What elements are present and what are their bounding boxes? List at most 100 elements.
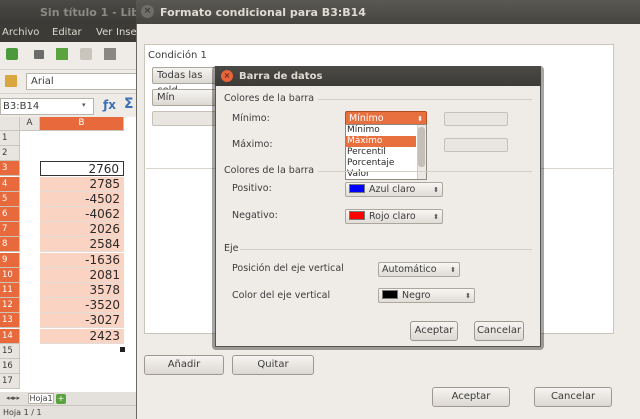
section-bar-colors-title-2: Colores de la barra bbox=[224, 165, 315, 176]
font-name-input[interactable]: Arial bbox=[26, 73, 138, 90]
row-header[interactable]: 16 bbox=[0, 359, 20, 374]
axis-position-label: Posición del eje vertical bbox=[232, 263, 344, 274]
axis-position-value: Automático bbox=[382, 264, 437, 275]
row-header[interactable]: 8 bbox=[0, 237, 20, 253]
axis-color-combo[interactable]: Negro ⬍ bbox=[378, 288, 475, 303]
column-header-b[interactable]: B bbox=[40, 117, 124, 131]
sheet-tab-hoja1[interactable]: Hoja1 bbox=[28, 393, 54, 404]
corner-header[interactable] bbox=[0, 117, 20, 131]
tab-nav-icon[interactable]: ◂◂▸▸ bbox=[6, 394, 20, 402]
positive-color-swatch bbox=[349, 184, 365, 193]
row-header[interactable]: 3 bbox=[0, 161, 20, 177]
section-axis-title: Eje bbox=[224, 243, 239, 254]
remove-button[interactable]: Quitar bbox=[232, 355, 314, 375]
function-wizard-icon[interactable]: ƒx bbox=[103, 98, 116, 112]
row-header[interactable]: 6 bbox=[0, 207, 20, 222]
condition-label: Condición 1 bbox=[148, 50, 207, 61]
sheet-tab-bar bbox=[0, 392, 136, 405]
chevron-updown-icon: ⬍ bbox=[433, 213, 439, 221]
sum-icon[interactable]: Σ bbox=[124, 96, 134, 112]
bd-ok-button[interactable]: Aceptar bbox=[410, 321, 458, 341]
section-divider bbox=[318, 171, 532, 172]
row-header[interactable]: 1 bbox=[0, 131, 20, 146]
axis-color-value: Negro bbox=[402, 290, 431, 301]
chevron-updown-icon: ⬍ bbox=[465, 292, 471, 300]
row-header[interactable]: 12 bbox=[0, 298, 20, 314]
row-header[interactable]: 17 bbox=[0, 374, 20, 390]
chevron-down-icon[interactable]: ▾ bbox=[82, 101, 86, 109]
table-cell[interactable]: 2785 bbox=[40, 176, 124, 192]
min-value-field[interactable] bbox=[152, 111, 216, 126]
section-divider bbox=[318, 99, 532, 100]
section-bar-colors-title: Colores de la barra bbox=[224, 93, 315, 104]
negative-color-combo[interactable]: Rojo claro ⬍ bbox=[345, 209, 443, 224]
email-icon[interactable] bbox=[80, 48, 92, 60]
save-icon[interactable] bbox=[56, 48, 68, 60]
table-cell[interactable]: 2584 bbox=[40, 237, 124, 253]
row-header[interactable]: 13 bbox=[0, 313, 20, 329]
fc-cancel-button[interactable]: Cancelar bbox=[534, 387, 612, 407]
row-header[interactable]: 7 bbox=[0, 222, 20, 238]
open-icon[interactable] bbox=[34, 50, 44, 59]
fc-ok-button[interactable]: Aceptar bbox=[432, 387, 510, 407]
dropdown-option[interactable]: Máximo bbox=[346, 136, 416, 147]
min-value-input[interactable] bbox=[444, 112, 508, 126]
negative-color-swatch bbox=[349, 211, 365, 220]
table-cell[interactable]: -4062 bbox=[40, 207, 124, 222]
dropdown-option[interactable]: Percentil bbox=[346, 147, 416, 158]
data-bar-dialog bbox=[215, 66, 541, 347]
close-icon[interactable]: × bbox=[221, 70, 233, 82]
table-cell[interactable]: 3578 bbox=[40, 283, 124, 298]
menu-editar[interactable]: Editar bbox=[52, 27, 82, 38]
add-sheet-icon[interactable]: + bbox=[56, 394, 66, 404]
new-document-icon[interactable] bbox=[6, 48, 18, 60]
dropdown-option[interactable]: Porcentaje bbox=[346, 158, 416, 169]
styles-icon[interactable] bbox=[5, 75, 17, 87]
row-header[interactable]: 2 bbox=[0, 146, 20, 162]
table-cell[interactable]: 2081 bbox=[40, 267, 124, 283]
table-cell[interactable]: -3520 bbox=[40, 298, 124, 314]
condition-type-select[interactable]: Todas las celd bbox=[152, 67, 218, 96]
min-type-value: Mínimo bbox=[349, 113, 384, 124]
table-cell[interactable]: -1636 bbox=[40, 252, 124, 268]
data-bar-title: Barra de datos bbox=[239, 71, 323, 82]
add-button[interactable]: Añadir bbox=[144, 355, 224, 375]
chevron-updown-icon: ⬍ bbox=[450, 266, 456, 274]
positive-label: Positivo: bbox=[232, 183, 272, 194]
row-header[interactable]: 5 bbox=[0, 191, 20, 207]
close-icon[interactable]: × bbox=[141, 5, 154, 18]
dropdown-option[interactable]: Mínimo bbox=[346, 125, 416, 136]
menu-archivo[interactable]: Archivo bbox=[2, 27, 39, 38]
axis-position-combo[interactable]: Automático ⬍ bbox=[378, 262, 460, 277]
max-label: Máximo: bbox=[232, 139, 273, 150]
max-value-input[interactable] bbox=[444, 138, 508, 152]
axis-color-swatch bbox=[382, 290, 398, 299]
table-cell[interactable]: 2423 bbox=[40, 328, 124, 344]
name-box[interactable]: B3:B14 bbox=[0, 98, 94, 115]
row-header[interactable]: 9 bbox=[0, 252, 20, 268]
conditional-format-title: Formato condicional para B3:B14 bbox=[160, 6, 366, 19]
min-type-select[interactable]: Mín bbox=[152, 89, 218, 106]
negative-color-value: Rojo claro bbox=[369, 211, 416, 222]
column-header-a[interactable]: A bbox=[20, 117, 40, 131]
row-header[interactable]: 14 bbox=[0, 328, 20, 344]
table-cell[interactable]: -3027 bbox=[40, 313, 124, 329]
positive-color-combo[interactable]: Azul claro ⬍ bbox=[345, 182, 443, 197]
table-cell[interactable]: -4502 bbox=[40, 191, 124, 207]
row-header[interactable]: 10 bbox=[0, 267, 20, 283]
min-label: Mínimo: bbox=[232, 113, 270, 124]
fill-handle[interactable] bbox=[120, 347, 125, 352]
table-cell[interactable]: 2760 bbox=[40, 161, 124, 177]
dropdown-scrollbar-thumb[interactable] bbox=[418, 127, 425, 167]
row-header[interactable]: 15 bbox=[0, 343, 20, 359]
row-header[interactable]: 11 bbox=[0, 283, 20, 298]
row-header[interactable]: 4 bbox=[0, 176, 20, 192]
menu-ver[interactable]: Ver bbox=[96, 27, 112, 38]
chevron-updown-icon: ⬍ bbox=[433, 186, 439, 194]
negative-label: Negativo: bbox=[232, 210, 278, 221]
print-icon[interactable] bbox=[104, 48, 116, 60]
table-cell[interactable]: 2026 bbox=[40, 222, 124, 238]
axis-color-label: Color del eje vertical bbox=[232, 290, 331, 301]
bd-cancel-button[interactable]: Cancelar bbox=[474, 321, 524, 341]
positive-color-value: Azul claro bbox=[369, 184, 416, 195]
